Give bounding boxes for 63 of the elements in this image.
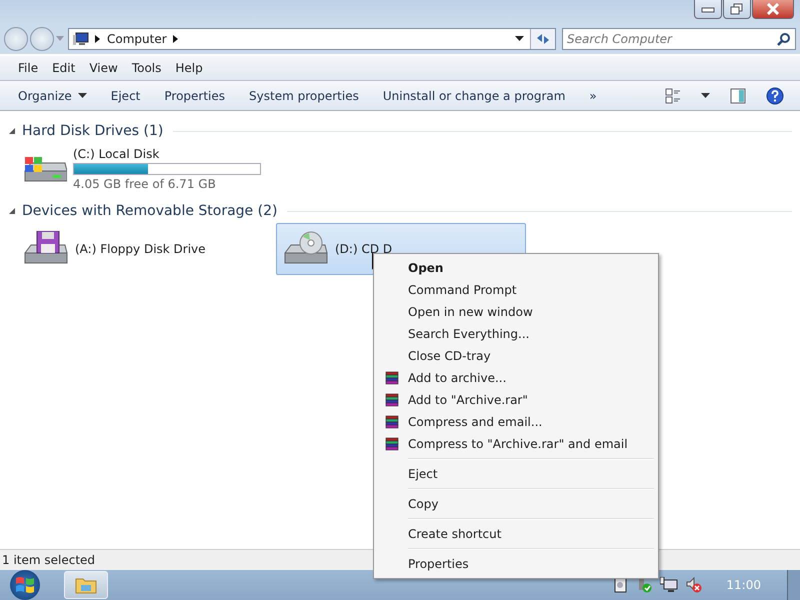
menu-item[interactable]: File bbox=[12, 61, 44, 75]
menu-item[interactable]: Help bbox=[169, 61, 209, 75]
address-bar[interactable]: Computer bbox=[68, 28, 556, 50]
search-icon bbox=[777, 32, 791, 46]
minimize-icon bbox=[701, 5, 715, 13]
chevron-icon bbox=[95, 35, 101, 43]
menu-item[interactable]: Search Everything... bbox=[376, 323, 656, 345]
menu-item[interactable]: Tools bbox=[126, 61, 168, 75]
menu-item[interactable]: View bbox=[83, 61, 124, 75]
books-icon bbox=[385, 437, 399, 451]
menu-item[interactable]: Open in new window bbox=[376, 301, 656, 323]
document-tray-icon[interactable] bbox=[614, 577, 628, 593]
menu-item[interactable]: Close CD-tray bbox=[376, 345, 656, 367]
menu-item[interactable]: Copy bbox=[376, 493, 656, 515]
toolbar-button[interactable]: Eject bbox=[100, 86, 150, 106]
speaker-muted-icon[interactable] bbox=[686, 577, 702, 593]
drive-name: (D:) CD D bbox=[335, 242, 392, 256]
toolbar-button[interactable]: Uninstall or change a program bbox=[372, 86, 576, 106]
books-icon bbox=[385, 415, 399, 429]
status-text: 1 item selected bbox=[2, 553, 96, 567]
menu-item[interactable]: Command Prompt bbox=[376, 279, 656, 301]
computer-icon bbox=[73, 32, 89, 46]
dropdown-icon[interactable] bbox=[515, 36, 524, 42]
toolbar-button[interactable]: Properties bbox=[154, 86, 236, 106]
free-space-text: 4.05 GB free of 6.71 GB bbox=[73, 177, 217, 191]
windows-logo-icon bbox=[14, 574, 36, 596]
menu-item[interactable]: Create shortcut bbox=[376, 523, 656, 545]
drive-name: (C:) Local Disk bbox=[73, 147, 160, 161]
menu-item[interactable]: Edit bbox=[46, 61, 82, 75]
network-tray-icon[interactable] bbox=[660, 577, 678, 593]
chevron-icon bbox=[172, 35, 179, 43]
menu-item[interactable]: Properties bbox=[376, 553, 656, 575]
books-icon bbox=[385, 371, 399, 385]
toolbar-button[interactable]: » bbox=[579, 86, 607, 106]
restore-button[interactable] bbox=[723, 0, 751, 19]
restore-icon bbox=[730, 3, 744, 15]
collapse-icon[interactable] bbox=[8, 207, 16, 215]
books-icon bbox=[385, 393, 399, 407]
minimize-button[interactable] bbox=[694, 0, 722, 19]
collapse-icon[interactable] bbox=[8, 127, 16, 135]
group-header[interactable]: Devices with Removable Storage (2) bbox=[22, 203, 278, 219]
usb-tray-icon[interactable] bbox=[636, 577, 652, 593]
toolbar-button[interactable]: Organize bbox=[8, 86, 97, 106]
drive-name: (A:) Floppy Disk Drive bbox=[75, 242, 206, 256]
menu-item[interactable]: Eject bbox=[376, 463, 656, 485]
drive-item[interactable]: (A:) Floppy Disk Drive bbox=[16, 223, 266, 275]
refresh-button[interactable] bbox=[530, 29, 555, 49]
caret-icon bbox=[78, 92, 87, 98]
drive-item[interactable]: (C:) Local Disk 4.05 GB free of 6.71 GB bbox=[16, 143, 266, 195]
menu-item[interactable]: Add to archive... bbox=[376, 367, 656, 389]
breadcrumb[interactable]: Computer bbox=[107, 32, 167, 46]
toolbar-button[interactable]: System properties bbox=[239, 86, 369, 106]
folder-icon bbox=[75, 576, 97, 594]
menu-item[interactable]: Compress to "Archive.rar" and email bbox=[376, 433, 656, 455]
folder-taskbar-button[interactable] bbox=[64, 571, 108, 599]
close-button[interactable] bbox=[752, 0, 794, 19]
refresh-icon bbox=[535, 32, 551, 46]
search-field[interactable]: Search Computer bbox=[562, 28, 796, 50]
start-button[interactable] bbox=[10, 570, 40, 600]
close-icon bbox=[766, 3, 780, 15]
menu-item[interactable]: Compress and email... bbox=[376, 411, 656, 433]
group-header[interactable]: Hard Disk Drives (1) bbox=[22, 123, 164, 139]
menu-item[interactable]: Add to "Archive.rar" bbox=[376, 389, 656, 411]
